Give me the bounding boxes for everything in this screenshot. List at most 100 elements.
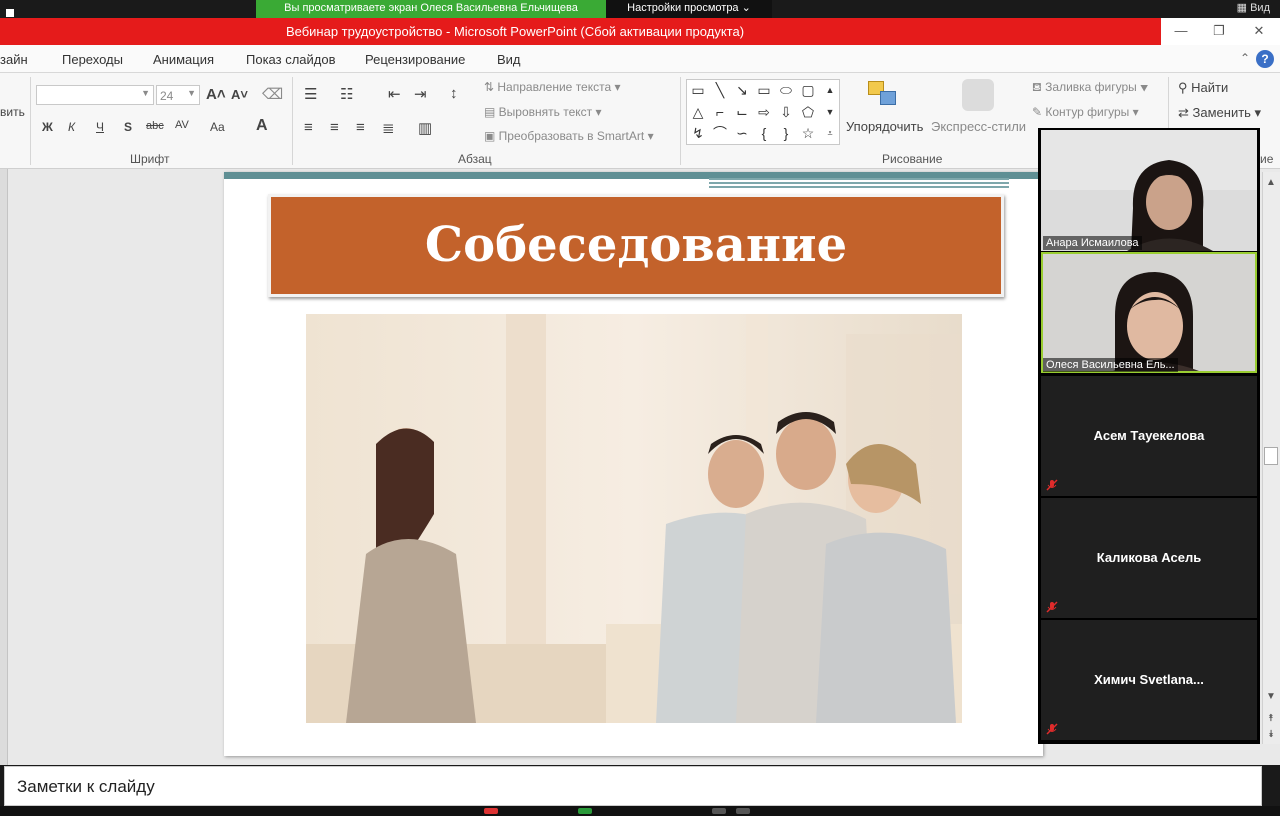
view-menu-button[interactable]: ▦ Вид bbox=[1237, 1, 1270, 14]
minimize-icon[interactable]: — bbox=[1171, 22, 1191, 40]
strikethrough-button[interactable]: abc bbox=[146, 120, 164, 132]
font-size-input[interactable]: 24 ▼ bbox=[156, 85, 200, 105]
participant-tile[interactable]: Химич Svetlana... bbox=[1041, 620, 1257, 740]
bullets-icon[interactable]: ☰ bbox=[304, 85, 317, 103]
participants-badge-icon[interactable] bbox=[484, 808, 498, 814]
participant-tile-video[interactable]: Анара Исмаилова bbox=[1041, 130, 1257, 251]
toolbar-icon[interactable] bbox=[712, 808, 726, 814]
triangle-shape-icon[interactable]: △ bbox=[689, 104, 707, 120]
text-direction-button[interactable]: ⇅ Направление текста ▾ bbox=[484, 80, 621, 94]
font-color-icon[interactable]: A bbox=[256, 117, 268, 135]
shadow-button[interactable]: S bbox=[124, 120, 132, 134]
tab-design[interactable]: зайн bbox=[0, 52, 28, 67]
align-text-button[interactable]: ▤ Выровнять текст ▾ bbox=[484, 105, 602, 119]
elbow-connector-icon[interactable]: ⌐ bbox=[711, 104, 729, 120]
italic-button[interactable]: К bbox=[68, 120, 75, 134]
increase-indent-icon[interactable]: ⇥ bbox=[414, 85, 427, 103]
textbox-shape-icon[interactable]: ▭ bbox=[689, 82, 707, 98]
arrange-button[interactable]: Упорядочить bbox=[846, 119, 923, 134]
arc-shape-icon[interactable]: ⌒ bbox=[711, 125, 729, 141]
find-button[interactable]: ⚲ Найти bbox=[1178, 80, 1228, 96]
down-arrow-shape-icon[interactable]: ⇩ bbox=[777, 104, 795, 120]
shrink-font-icon[interactable]: A˅ bbox=[231, 87, 248, 102]
prev-slide-icon[interactable]: ⯭ bbox=[1264, 712, 1278, 726]
slides-pane[interactable] bbox=[0, 169, 8, 765]
numbering-icon[interactable]: ☷ bbox=[340, 85, 353, 103]
right-brace-icon[interactable]: } bbox=[777, 125, 795, 141]
find-label: Найти bbox=[1191, 80, 1229, 95]
columns-icon[interactable]: ▥ bbox=[418, 119, 432, 137]
notes-placeholder: Заметки к слайду bbox=[17, 777, 155, 796]
align-left-icon[interactable]: ≡ bbox=[304, 119, 313, 136]
notes-pane[interactable]: Заметки к слайду bbox=[4, 766, 1262, 806]
next-slide-icon[interactable]: ⯯ bbox=[1264, 728, 1278, 742]
line-shape-icon[interactable]: ╲ bbox=[711, 82, 729, 98]
participant-tile-active-speaker[interactable]: Олеся Васильевна Ель... bbox=[1041, 252, 1257, 373]
chevron-down-icon: ▼ bbox=[141, 88, 150, 98]
zoom-bottom-toolbar bbox=[0, 806, 1280, 816]
curve-arrow-icon[interactable]: ↯ bbox=[689, 125, 707, 141]
curve-shape-icon[interactable]: ∽ bbox=[733, 125, 751, 141]
viewing-screen-banner: Вы просматриваете экран Олеся Васильевна… bbox=[256, 0, 606, 18]
tab-view[interactable]: Вид bbox=[497, 52, 521, 67]
clear-format-icon[interactable]: ⌫ bbox=[262, 85, 283, 103]
share-screen-icon[interactable] bbox=[578, 808, 592, 814]
smartart-icon: ▣ bbox=[484, 129, 499, 143]
line-spacing-icon[interactable]: ↕ bbox=[450, 85, 458, 102]
shapes-gallery[interactable]: ▭ ╲ ↘ ▭ ⬭ ▢ △ ⌐ ⌙ ⇨ ⇩ ⬠ ↯ ⌒ ∽ { } ☆ ▲ ▼ … bbox=[686, 79, 840, 145]
quick-styles-button[interactable]: Экспресс-стили bbox=[931, 119, 1026, 134]
shape-fill-button[interactable]: ⛾ Заливка фигуры ▾ bbox=[1032, 80, 1148, 96]
toolbar-icon[interactable] bbox=[736, 808, 750, 814]
align-right-icon[interactable]: ≡ bbox=[356, 119, 365, 136]
replace-icon: ⇄ bbox=[1178, 105, 1193, 120]
replace-button[interactable]: ⇄ Заменить ▾ bbox=[1178, 105, 1261, 121]
underline-button[interactable]: Ч bbox=[96, 120, 104, 134]
tab-slideshow[interactable]: Показ слайдов bbox=[246, 52, 336, 67]
tab-transitions[interactable]: Переходы bbox=[62, 52, 123, 67]
char-spacing-button[interactable]: AV bbox=[175, 119, 189, 131]
participant-video bbox=[1041, 130, 1257, 251]
scroll-up-icon[interactable]: ▲ bbox=[1264, 176, 1278, 190]
interview-photo[interactable] bbox=[306, 314, 962, 723]
gallery-more-icon[interactable]: ⩡ bbox=[823, 125, 837, 141]
scroll-thumb[interactable] bbox=[1264, 447, 1278, 465]
change-case-button[interactable]: Aa bbox=[210, 120, 225, 134]
tab-animation[interactable]: Анимация bbox=[153, 52, 214, 67]
restore-icon[interactable]: ❐ bbox=[1209, 22, 1229, 40]
grow-font-icon[interactable]: A˄ bbox=[206, 86, 226, 103]
window-title: Вебинар трудоустройство - Microsoft Powe… bbox=[285, 24, 745, 39]
justify-icon[interactable]: ≣ bbox=[382, 119, 395, 137]
bold-button[interactable]: Ж bbox=[42, 120, 53, 134]
right-arrow-shape-icon[interactable]: ⇨ bbox=[755, 104, 773, 120]
participant-tile[interactable]: Асем Тауекелова bbox=[1041, 376, 1257, 496]
smartart-button[interactable]: ▣ Преобразовать в SmartArt ▾ bbox=[484, 129, 654, 143]
gallery-down-icon[interactable]: ▼ bbox=[823, 104, 837, 120]
left-brace-icon[interactable]: { bbox=[755, 125, 773, 141]
tab-review[interactable]: Рецензирование bbox=[365, 52, 465, 67]
oval-shape-icon[interactable]: ⬭ bbox=[777, 82, 795, 98]
group-separator bbox=[30, 77, 31, 165]
slide-title-box[interactable]: Собеседование bbox=[268, 194, 1004, 297]
arrow-line-shape-icon[interactable]: ↘ bbox=[733, 82, 751, 98]
gallery-up-icon[interactable]: ▲ bbox=[823, 82, 837, 98]
elbow-arrow-icon[interactable]: ⌙ bbox=[733, 104, 751, 120]
slide-canvas[interactable]: Собеседование bbox=[224, 172, 1043, 756]
replace-label: Заменить bbox=[1192, 105, 1251, 120]
font-name-input[interactable]: ▼ bbox=[36, 85, 154, 105]
paste-button[interactable]: вить bbox=[0, 105, 25, 119]
decrease-indent-icon[interactable]: ⇤ bbox=[388, 85, 401, 103]
close-icon[interactable]: ✕ bbox=[1249, 22, 1269, 40]
scroll-down-icon[interactable]: ▼ bbox=[1264, 690, 1278, 704]
align-center-icon[interactable]: ≡ bbox=[330, 119, 339, 136]
help-icon[interactable]: ? bbox=[1256, 50, 1274, 68]
editing-group-label: ие bbox=[1260, 152, 1274, 166]
shape-outline-button[interactable]: ✎ Контур фигуры ▾ bbox=[1032, 105, 1139, 119]
participant-tile[interactable]: Каликова Асель bbox=[1041, 498, 1257, 618]
collapse-ribbon-icon[interactable]: ⌃ bbox=[1240, 51, 1250, 65]
star-shape-icon[interactable]: ☆ bbox=[799, 125, 817, 141]
freeform-shape-icon[interactable]: ⬠ bbox=[799, 104, 817, 120]
rectangle-shape-icon[interactable]: ▭ bbox=[755, 82, 773, 98]
rounded-rect-shape-icon[interactable]: ▢ bbox=[799, 82, 817, 98]
stop-share-icon[interactable] bbox=[6, 9, 14, 17]
view-settings-button[interactable]: Настройки просмотра ⌄ bbox=[606, 0, 772, 18]
